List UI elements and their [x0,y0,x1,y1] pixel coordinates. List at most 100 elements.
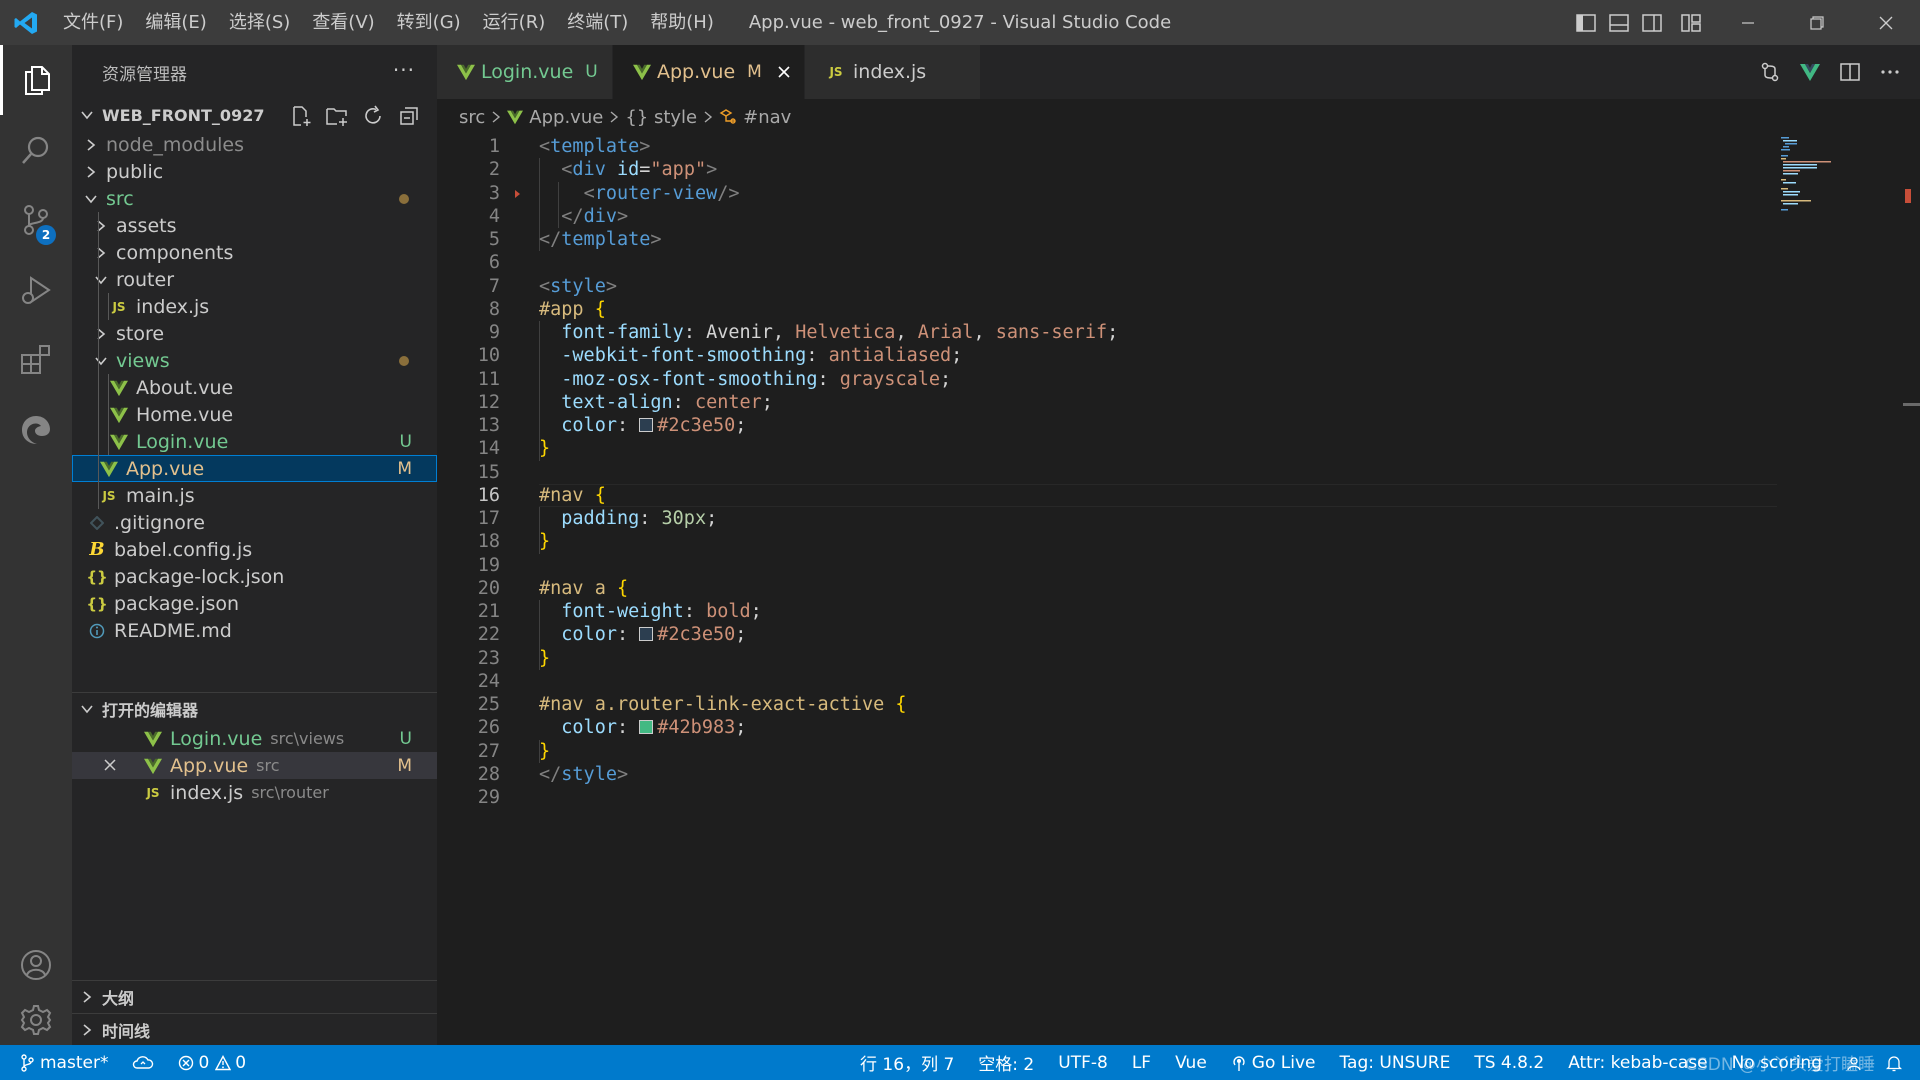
tree-file-home-vue[interactable]: Home.vue [72,401,437,428]
tree-file-readme[interactable]: README.md [72,617,437,644]
ts-version[interactable]: TS 4.8.2 [1462,1045,1556,1080]
code-line[interactable]: 29 [437,786,1777,809]
minimap[interactable] [1777,135,1907,1035]
customize-layout-icon[interactable] [1668,0,1713,45]
open-editors-section[interactable]: 打开的编辑器 [72,692,437,725]
code-line[interactable]: 8 #app { [437,298,1777,321]
code-line[interactable]: 14} [437,437,1777,460]
end-of-line[interactable]: LF [1120,1045,1163,1080]
collapse-all-icon[interactable] [391,102,427,130]
menu-item[interactable]: 编辑(E) [134,0,217,45]
code-line[interactable]: 20 #nav a { [437,577,1777,600]
color-swatch-icon[interactable] [639,418,654,432]
menu-item[interactable]: 终端(T) [556,0,639,45]
breadcrumb-item[interactable]: src [459,107,485,128]
tree-file-about-vue[interactable]: About.vue [72,374,437,401]
toggle-secondary-sidebar-icon[interactable] [1635,0,1668,45]
edge-devtools-icon[interactable] [0,395,72,465]
tag-status[interactable]: Tag: UNSURE [1327,1045,1462,1080]
notifications-bell-icon[interactable] [1874,1045,1920,1080]
code-line[interactable]: 2 <div id="app"> [437,158,1777,181]
open-editor-item[interactable]: Login.vue src\views U [72,725,437,752]
tree-file-package-lock[interactable]: {} package-lock.json [72,563,437,590]
breadcrumb-item[interactable]: {} style [625,107,697,128]
code-line[interactable]: 24 [437,670,1777,693]
restore-button[interactable] [1782,0,1851,45]
close-tab-icon[interactable] [776,64,792,80]
dirty-diff-marker-icon[interactable] [515,189,520,198]
tree-folder-assets[interactable]: assets [72,212,437,239]
vue-devtools-icon[interactable] [1790,45,1830,99]
code-line[interactable]: 28 </style> [437,763,1777,786]
menu-item[interactable]: 选择(S) [218,0,301,45]
code-line[interactable]: 4 </div> [437,205,1777,228]
refresh-icon[interactable] [355,102,391,130]
source-control-icon[interactable]: 2 [0,185,72,255]
menu-item[interactable]: 运行(R) [472,0,557,45]
tree-file-app-vue[interactable]: App.vue M [72,455,437,482]
toggle-primary-sidebar-icon[interactable] [1569,0,1602,45]
branch-status[interactable]: master* [0,1045,120,1080]
language-mode[interactable]: Vue [1163,1045,1219,1080]
split-editor-icon[interactable] [1830,45,1870,99]
extensions-icon[interactable] [0,325,72,395]
code-line[interactable]: 1 <template> [437,135,1777,158]
tree-file-gitignore[interactable]: .gitignore [72,509,437,536]
minimize-button[interactable] [1713,0,1782,45]
tree-folder-components[interactable]: components [72,239,437,266]
tree-folder-store[interactable]: store [72,320,437,347]
tree-file-main-js[interactable]: JS main.js [72,482,437,509]
close-window-button[interactable] [1851,0,1920,45]
search-icon[interactable] [0,115,72,185]
new-folder-icon[interactable] [319,102,355,130]
tree-folder-src[interactable]: src [72,185,437,212]
explorer-more-icon[interactable]: ··· [393,58,415,82]
tab-index-js[interactable]: JS index.js [805,45,981,99]
outline-section[interactable]: 大纲 [72,980,437,1013]
workspace-root[interactable]: WEB_FRONT_0927 [72,99,437,131]
code-line[interactable]: 25 #nav a.router-link-exact-active { [437,693,1777,716]
code-line[interactable]: 11 -moz-osx-font-smoothing: grayscale; [437,368,1777,391]
timeline-section[interactable]: 时间线 [72,1013,437,1046]
run-debug-icon[interactable] [0,255,72,325]
editor-scrollbar[interactable] [1903,135,1920,1035]
tab-login-vue[interactable]: Login.vue U [437,45,613,99]
code-line[interactable]: 15 [437,461,1777,484]
code-line[interactable]: 23} [437,647,1777,670]
toggle-panel-icon[interactable] [1602,0,1635,45]
open-changes-icon[interactable] [1750,45,1790,99]
tree-folder-public[interactable]: public [72,158,437,185]
tab-app-vue[interactable]: App.vue M [613,45,805,99]
breadcrumb-item[interactable]: #nav [743,107,791,128]
more-actions-icon[interactable] [1870,45,1910,99]
tree-file-login-vue[interactable]: Login.vue U [72,428,437,455]
code-line[interactable]: 9 font-family: Avenir, Helvetica, Arial,… [437,321,1777,344]
tree-folder-router[interactable]: router [72,266,437,293]
code-line[interactable]: 27} [437,740,1777,763]
tree-folder-node-modules[interactable]: node_modules [72,131,437,158]
code-editor[interactable]: 1 <template> 2 <div id="app"> 3 <router-vie… [437,135,1777,1015]
explorer-icon[interactable] [0,45,72,115]
tree-file-babel-config[interactable]: Bbabel.config.js [72,536,437,563]
code-line[interactable]: 19 [437,554,1777,577]
code-line[interactable]: 21 font-weight: bold; [437,600,1777,623]
menu-item[interactable]: 转到(G) [386,0,472,45]
problems-status[interactable]: 0 0 [166,1045,258,1080]
code-line[interactable]: 10 -webkit-font-smoothing: antialiased; [437,344,1777,367]
code-line[interactable]: 12 text-align: center; [437,391,1777,414]
code-line[interactable]: 7 <style> [437,275,1777,298]
go-live-button[interactable]: Go Live [1219,1045,1328,1080]
sync-icon[interactable] [120,1045,166,1080]
indentation[interactable]: 空格: 2 [966,1045,1046,1080]
code-line[interactable]: 6 [437,251,1777,274]
open-editor-item[interactable]: App.vue src M [72,752,437,779]
color-swatch-icon[interactable] [639,627,654,642]
menu-item[interactable]: 帮助(H) [639,0,725,45]
menu-item[interactable]: 文件(F) [52,0,134,45]
encoding[interactable]: UTF-8 [1046,1045,1120,1080]
breadcrumb-item[interactable]: App.vue [529,107,603,128]
tree-folder-views[interactable]: views [72,347,437,374]
code-line[interactable]: 17 padding: 30px; [437,507,1777,530]
color-swatch-icon[interactable] [639,720,654,735]
code-line[interactable]: 26 color: #42b983; [437,716,1777,739]
